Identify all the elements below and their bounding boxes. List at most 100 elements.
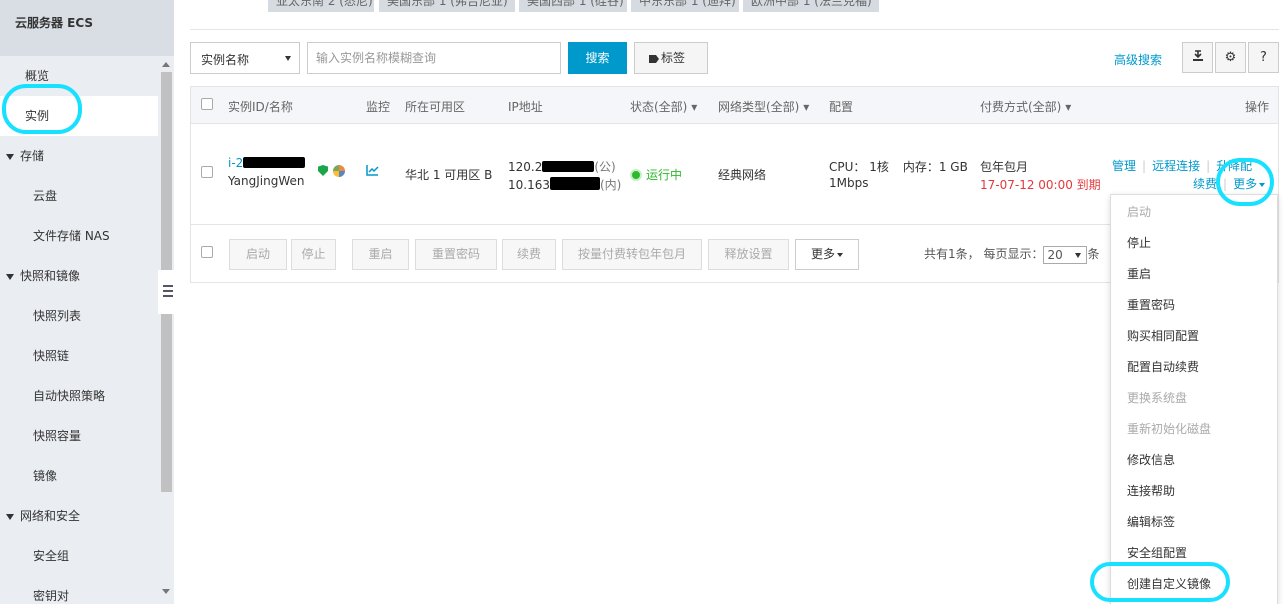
- export-button[interactable]: [1182, 42, 1213, 73]
- region-tab[interactable]: 美国东部 1 (弗吉尼亚): [379, 0, 515, 12]
- highlight-annotation: [1090, 562, 1230, 602]
- search-field-select[interactable]: 实例名称: [190, 42, 300, 74]
- manage-link[interactable]: 管理: [1112, 159, 1136, 173]
- pagination-info: 共有1条， 每页显示： 20 条: [924, 245, 1100, 264]
- batch-reset-password-button[interactable]: 重置密码: [415, 239, 497, 270]
- batch-stop-button[interactable]: 停止: [291, 239, 336, 270]
- redacted-text: [243, 157, 306, 168]
- sidebar-item-snapshot-list[interactable]: 快照列表: [0, 296, 158, 336]
- caret-down-icon: [837, 252, 843, 257]
- instance-id-link[interactable]: i-2: [228, 156, 306, 170]
- advanced-search-link[interactable]: 高级搜索: [1114, 51, 1162, 68]
- export-icon: [1192, 50, 1203, 61]
- scroll-down-icon[interactable]: [162, 589, 170, 594]
- sidebar-item-snapshot-capacity[interactable]: 快照容量: [0, 416, 158, 456]
- convert-to-subscription-button[interactable]: 按量付费转包年包月: [562, 239, 702, 270]
- help-icon: ?: [1260, 50, 1267, 65]
- sidebar-item-nas[interactable]: 文件存储 NAS: [0, 216, 158, 256]
- app-icon: [333, 165, 345, 177]
- ip-public: 120.2 (公): [508, 160, 616, 174]
- settings-button[interactable]: ⚙: [1215, 42, 1246, 73]
- instance-badges: [318, 164, 345, 178]
- billing-type: 包年包月: [980, 160, 1029, 174]
- chevron-down-icon: [285, 56, 291, 61]
- column-network-filter[interactable]: 网络类型(全部) ▾: [718, 98, 809, 115]
- caret-down-icon: [6, 273, 14, 280]
- sidebar-group-storage[interactable]: 存储: [0, 136, 158, 176]
- region-tab[interactable]: 欧洲中部 1 (法兰克福): [743, 0, 879, 12]
- help-button[interactable]: ?: [1248, 42, 1279, 73]
- sidebar-item-images[interactable]: 镜像: [0, 456, 158, 496]
- batch-select-checkbox[interactable]: [201, 246, 213, 258]
- instance-zone: 华北 1 可用区 B: [405, 168, 493, 182]
- batch-restart-button[interactable]: 重启: [352, 239, 409, 270]
- sidebar-item-disks[interactable]: 云盘: [0, 176, 158, 216]
- menu-item-buy-same-config[interactable]: 购买相同配置: [1127, 327, 1199, 344]
- sidebar-item-snapshot-chain[interactable]: 快照链: [0, 336, 158, 376]
- remote-connect-link[interactable]: 远程连接: [1152, 159, 1200, 173]
- status-badge: 运行中: [630, 166, 682, 183]
- running-status-icon: [630, 169, 642, 181]
- table-header: 实例ID/名称 监控 所在可用区 IP地址 状态(全部) ▾ 网络类型(全部) …: [190, 86, 1279, 124]
- network-type: 经典网络: [718, 168, 767, 182]
- sidebar-collapse-toggle[interactable]: [158, 270, 174, 314]
- column-config: 配置: [829, 100, 854, 114]
- column-id-name: 实例ID/名称: [228, 100, 293, 114]
- menu-item-reinit-disk: 重新初始化磁盘: [1127, 422, 1212, 436]
- renew-link[interactable]: 续费: [1193, 177, 1217, 191]
- menu-item-restart[interactable]: 重启: [1127, 265, 1151, 282]
- highlight-annotation: [1216, 158, 1274, 206]
- batch-renew-button[interactable]: 续费: [502, 239, 556, 270]
- sidebar-title: 云服务器 ECS: [0, 0, 174, 56]
- chart-line-icon: [366, 165, 379, 176]
- menu-item-stop[interactable]: 停止: [1127, 234, 1151, 251]
- search-input[interactable]: [307, 42, 561, 74]
- column-monitor: 监控: [366, 100, 391, 114]
- scroll-up-icon[interactable]: [162, 62, 170, 67]
- sidebar-item-security-groups[interactable]: 安全组: [0, 536, 158, 576]
- menu-item-reset-password[interactable]: 重置密码: [1127, 296, 1175, 313]
- monitor-chart-button[interactable]: [366, 164, 379, 179]
- menu-icon: [163, 285, 173, 297]
- column-billing-filter[interactable]: 付费方式(全部) ▾: [980, 98, 1071, 115]
- highlight-annotation: [2, 84, 82, 134]
- row-checkbox[interactable]: [201, 166, 213, 178]
- column-status-filter[interactable]: 状态(全部) ▾: [630, 98, 697, 115]
- menu-item-security-group[interactable]: 安全组配置: [1127, 544, 1187, 561]
- more-actions-menu: 启动 停止 重启 重置密码 购买相同配置 配置自动续费 更换系统盘 重新初始化磁…: [1110, 194, 1278, 604]
- menu-item-replace-system-disk: 更换系统盘: [1127, 391, 1188, 405]
- region-tab[interactable]: 亚太东南 2 (悉尼): [268, 0, 374, 12]
- tag-button[interactable]: 标签: [634, 42, 708, 74]
- config-cpu-memory: CPU： 1核 内存：1 GB: [829, 160, 968, 174]
- sidebar-group-snapshots-images[interactable]: 快照和镜像: [0, 256, 158, 296]
- menu-item-connect-help[interactable]: 连接帮助: [1127, 482, 1175, 499]
- sidebar-scrollbar[interactable]: [158, 56, 174, 604]
- gear-icon: ⚙: [1224, 50, 1237, 65]
- instance-name: YangJingWen: [228, 174, 305, 188]
- column-actions: 操作: [1245, 100, 1270, 114]
- redacted-text: [550, 177, 600, 190]
- sidebar-item-auto-snapshot-policy[interactable]: 自动快照策略: [0, 376, 158, 416]
- redacted-text: [542, 161, 595, 172]
- menu-item-edit-info[interactable]: 修改信息: [1127, 451, 1175, 468]
- ip-private: 10.163 (内): [508, 177, 622, 192]
- batch-start-button[interactable]: 启动: [229, 239, 287, 270]
- menu-item-edit-tags[interactable]: 编辑标签: [1127, 513, 1175, 530]
- menu-item-auto-renew[interactable]: 配置自动续费: [1127, 358, 1199, 375]
- shield-icon: [318, 165, 328, 176]
- region-tab[interactable]: 中东东部 1 (迪拜): [631, 0, 739, 12]
- search-button[interactable]: 搜索: [568, 42, 627, 74]
- tag-icon: [649, 55, 659, 63]
- caret-down-icon: [6, 513, 14, 520]
- caret-down-icon: ▾: [803, 100, 810, 114]
- caret-down-icon: ▾: [691, 100, 698, 114]
- column-ip: IP地址: [508, 100, 543, 114]
- sidebar-item-key-pairs[interactable]: 密钥对: [0, 576, 158, 604]
- region-tab[interactable]: 美国西部 1 (硅谷): [519, 0, 627, 12]
- release-settings-button[interactable]: 释放设置: [708, 239, 789, 270]
- batch-more-button[interactable]: 更多: [795, 239, 859, 270]
- select-all-checkbox[interactable]: [201, 98, 213, 110]
- divider: [190, 29, 1279, 30]
- sidebar-group-network-security[interactable]: 网络和安全: [0, 496, 158, 536]
- page-size-select[interactable]: 20: [1043, 245, 1088, 264]
